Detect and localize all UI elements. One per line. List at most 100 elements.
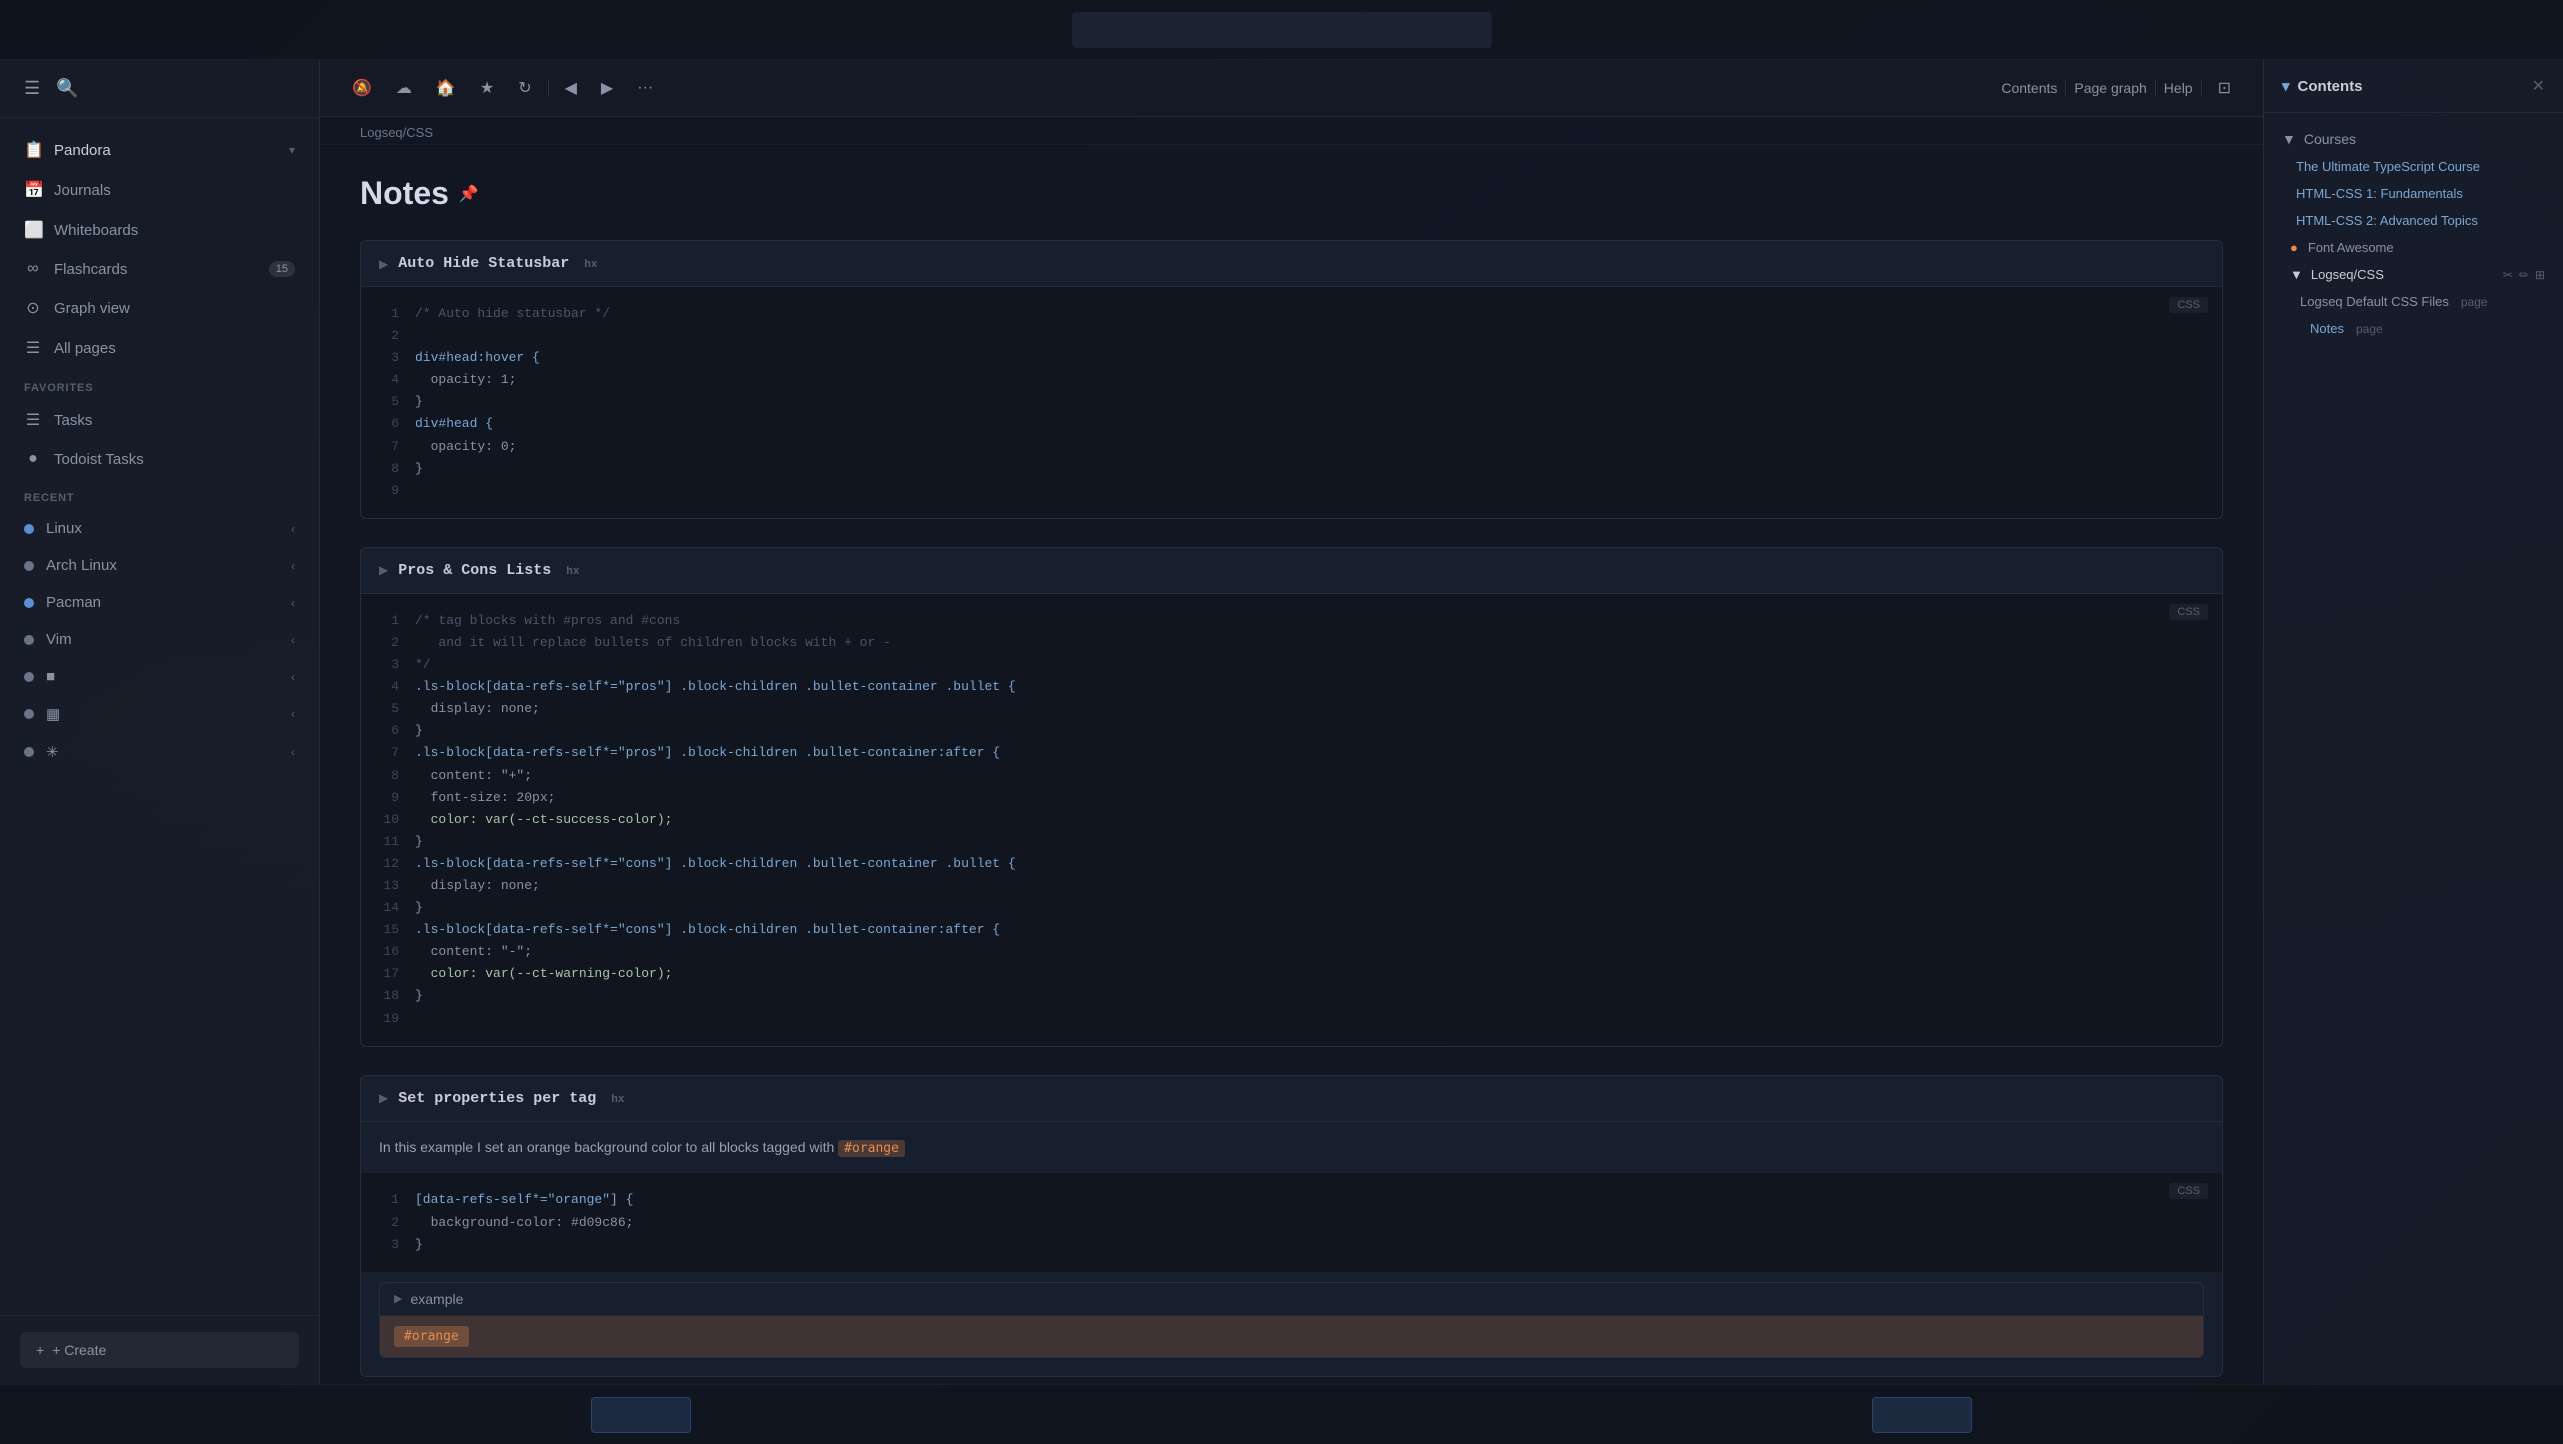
h-tag-3: hx xyxy=(611,1094,624,1106)
toc-item-notes[interactable]: Notes page xyxy=(2264,315,2563,342)
linux-label: Linux xyxy=(46,520,82,537)
toc-item-logseq-css[interactable]: ▼ Logseq/CSS ✂ ✏ ⊞ xyxy=(2264,261,2563,288)
description-text: In this example I set an orange backgrou… xyxy=(379,1139,834,1155)
toc-item-html-css-2[interactable]: HTML-CSS 2: Advanced Topics xyxy=(2264,207,2563,234)
sidebar-item-whiteboards[interactable]: ⬜ Whiteboards xyxy=(0,210,319,250)
flashcards-label: Flashcards xyxy=(54,261,127,278)
example-label: example xyxy=(410,1291,463,1307)
toc-item-font-awesome[interactable]: ● Font Awesome xyxy=(2264,234,2563,261)
block-pros-cons: ▶ Pros & Cons Lists hx CSS 1/* tag block… xyxy=(360,547,2223,1047)
courses-caret: ▼ xyxy=(2282,131,2296,147)
sidebar-item-journals[interactable]: 📅 Journals xyxy=(0,170,319,210)
workspace-icon: 📋 xyxy=(24,140,42,160)
block-bullet-3: ▶ xyxy=(379,1091,388,1105)
toolbar-divider-4 xyxy=(2201,79,2202,97)
journals-label: Journals xyxy=(54,182,111,199)
panel-title-caret: ▾ xyxy=(2282,77,2290,95)
code-line-2: 2 xyxy=(379,325,2204,347)
bottom-btn-left[interactable] xyxy=(591,1397,691,1433)
toolbar-expand-btn[interactable]: ⊡ xyxy=(2210,74,2239,102)
toolbar-more-btn[interactable]: ··· xyxy=(629,75,661,101)
toolbar-mute-icon[interactable]: 🔕 xyxy=(344,74,380,102)
r3-dot xyxy=(24,747,34,757)
toc-item-courses[interactable]: ▼ Courses xyxy=(2264,125,2563,153)
top-decorative-bar xyxy=(0,0,2563,60)
create-button[interactable]: + + Create xyxy=(20,1332,299,1368)
sidebar: ☰ 🔍 📋 Pandora ▾ 📅 Journals ⬜ W xyxy=(0,60,320,1384)
whiteboards-label: Whiteboards xyxy=(54,222,138,239)
sidebar-item-arch-linux[interactable]: Arch Linux ‹ xyxy=(0,547,319,584)
logseq-default-page-tag: page xyxy=(2461,295,2488,309)
recent-label: RECENT xyxy=(0,478,319,510)
code-line-4: 4 opacity: 1; xyxy=(379,369,2204,391)
toolbar-star-icon[interactable]: ★ xyxy=(472,74,502,102)
vim-dot xyxy=(24,635,34,645)
toolbar-help-btn[interactable]: Help xyxy=(2164,80,2193,96)
all-pages-label: All pages xyxy=(54,340,116,357)
code-block-3: 1[data-refs-self*="orange"] { 2 backgrou… xyxy=(361,1173,2222,1271)
toc-item-the-ultimate-ts[interactable]: The Ultimate TypeScript Course xyxy=(2264,153,2563,180)
breadcrumb-text[interactable]: Logseq/CSS xyxy=(360,125,433,140)
sidebar-item-vim[interactable]: Vim ‹ xyxy=(0,621,319,658)
toolbar-refresh-icon[interactable]: ↻ xyxy=(510,74,539,102)
arch-label: Arch Linux xyxy=(46,557,117,574)
toolbar-contents-btn[interactable]: Contents xyxy=(2001,80,2057,96)
notes-page-tag: page xyxy=(2356,322,2383,336)
arch-dot xyxy=(24,561,34,571)
r3-label: ✳ xyxy=(46,743,59,761)
toolbar-divider-2 xyxy=(2065,79,2066,97)
toolbar-home-icon[interactable]: 🏠 xyxy=(428,74,464,102)
sidebar-item-r3[interactable]: ✳ ‹ xyxy=(0,733,319,771)
r3-arrow: ‹ xyxy=(291,745,295,759)
panel-close-button[interactable]: ✕ xyxy=(2532,76,2545,96)
sidebar-item-all-pages[interactable]: ☰ All pages xyxy=(0,328,319,368)
example-section: ▶ example #orange xyxy=(379,1282,2204,1358)
bottom-btn-right[interactable] xyxy=(1872,1397,1972,1433)
toc-icon-cut[interactable]: ✂ xyxy=(2503,268,2513,282)
toolbar-forward-btn[interactable]: ▶ xyxy=(593,74,621,102)
toc-item-logseq-default-css[interactable]: Logseq Default CSS Files page xyxy=(2264,288,2563,315)
toc-icon-grid[interactable]: ⊞ xyxy=(2535,268,2545,282)
block-header-2: ▶ Pros & Cons Lists hx xyxy=(361,548,2222,594)
r2-arrow: ‹ xyxy=(291,707,295,721)
search-icon[interactable]: 🔍 xyxy=(56,78,78,99)
sidebar-item-pacman[interactable]: Pacman ‹ xyxy=(0,584,319,621)
font-awesome-bullet: ● xyxy=(2290,240,2298,255)
toolbar-page-graph-btn[interactable]: Page graph xyxy=(2074,80,2146,96)
create-label: + Create xyxy=(52,1342,106,1358)
example-content: #orange xyxy=(380,1316,2203,1357)
main-layout: ☰ 🔍 📋 Pandora ▾ 📅 Journals ⬜ W xyxy=(0,60,2563,1384)
logseq-default-label: Logseq Default CSS Files xyxy=(2300,294,2449,309)
toc-item-html-css-1[interactable]: HTML-CSS 1: Fundamentals xyxy=(2264,180,2563,207)
menu-icon[interactable]: ☰ xyxy=(24,78,40,99)
notes-toc-label: Notes xyxy=(2310,321,2344,336)
sidebar-header: ☰ 🔍 xyxy=(0,60,319,118)
inline-tag-orange: #orange xyxy=(838,1140,905,1157)
toolbar-cloud-icon[interactable]: ☁ xyxy=(388,74,420,102)
journals-icon: 📅 xyxy=(24,180,42,200)
sidebar-footer: + + Create xyxy=(0,1315,319,1384)
sidebar-item-linux[interactable]: Linux ‹ xyxy=(0,510,319,547)
sidebar-item-r1[interactable]: ■ ‹ xyxy=(0,658,319,695)
sidebar-item-r2[interactable]: ▦ ‹ xyxy=(0,695,319,733)
workspace-arrow: ▾ xyxy=(289,143,295,157)
toolbar: 🔕 ☁ 🏠 ★ ↻ ◀ ▶ ··· Contents Page graph He… xyxy=(320,60,2263,117)
sidebar-item-graph-view[interactable]: ⊙ Graph view xyxy=(0,288,319,328)
sidebar-item-todoist[interactable]: ● Todoist Tasks xyxy=(0,440,319,478)
toolbar-back-btn[interactable]: ◀ xyxy=(557,74,585,102)
panel-content: ▼ Courses The Ultimate TypeScript Course… xyxy=(2264,113,2563,1384)
sidebar-item-tasks[interactable]: ☰ Tasks xyxy=(0,400,319,440)
panel-title-text: Contents xyxy=(2298,78,2363,95)
sidebar-item-flashcards[interactable]: ∞ Flashcards 15 xyxy=(0,250,319,288)
code-block-2: 1/* tag blocks with #pros and #cons 2 an… xyxy=(361,594,2222,1046)
toc-icon-edit[interactable]: ✏ xyxy=(2519,268,2529,282)
example-header: ▶ example xyxy=(380,1283,2203,1316)
logseq-css-caret: ▼ xyxy=(2290,267,2303,282)
css-label-2: CSS xyxy=(2169,604,2208,620)
block-auto-hide-statusbar: ▶ Auto Hide Statusbar hx CSS 1/* Auto hi… xyxy=(360,240,2223,519)
panel-header: ▾ Contents ✕ xyxy=(2264,60,2563,113)
app-container: ☰ 🔍 📋 Pandora ▾ 📅 Journals ⬜ W xyxy=(0,0,2563,1444)
font-awesome-label: Font Awesome xyxy=(2308,240,2394,255)
html-css-2-label: HTML-CSS 2: Advanced Topics xyxy=(2296,213,2478,228)
sidebar-workspace[interactable]: 📋 Pandora ▾ xyxy=(0,130,319,170)
